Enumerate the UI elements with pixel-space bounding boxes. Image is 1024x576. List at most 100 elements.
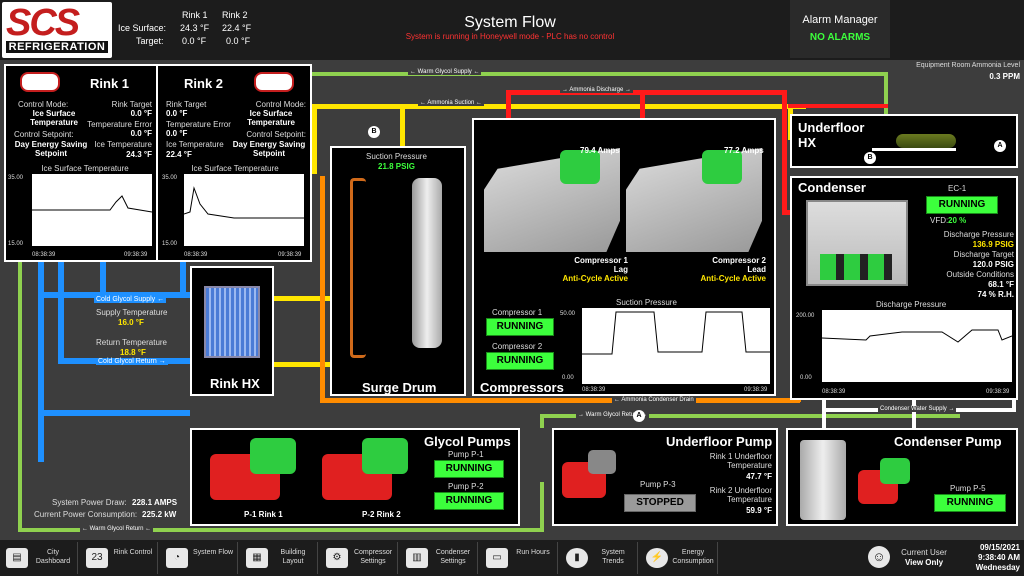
nav-condenser-settings[interactable]: ▥ Condenser Settings: [402, 542, 478, 574]
page-title: System Flow: [464, 14, 556, 31]
nav-label: System Flow: [192, 549, 234, 556]
rink-divider: [156, 66, 158, 260]
underfloor-pump-title: Underfloor Pump: [666, 434, 773, 449]
suction-pressure-line: [582, 311, 770, 355]
ammonia-drain-pipe: [320, 398, 800, 403]
nav-run-hours[interactable]: ▭ Run Hours: [482, 542, 558, 574]
compressor1-status-button[interactable]: RUNNING: [486, 318, 554, 336]
pump-p5-status-button[interactable]: RUNNING: [934, 494, 1006, 512]
condenser-water-pipe: [822, 400, 826, 430]
rink2-underfloor-label: Rink 2 Underfloor Temperature: [709, 486, 772, 504]
rink1-underfloor-label: Rink 1 Underfloor Temperature: [709, 452, 772, 470]
rink2-title: Rink 2: [184, 76, 224, 91]
nav-building-layout[interactable]: ▦ Building Layout: [242, 542, 318, 574]
condenser-pump-title: Condenser Pump: [894, 434, 1002, 449]
pump-p2-motor-icon: [362, 438, 408, 474]
discharge-pressure-chart: [821, 310, 1013, 382]
rink1-ice-temp-line: [32, 195, 152, 213]
underfloor-hx-pipe: [788, 104, 888, 108]
ammonia-suction-pipe: [312, 104, 806, 109]
underfloor-hx-vessel-icon: [896, 134, 956, 148]
discharge-chart-t-start: 08:38:39: [822, 389, 846, 395]
nav-label: Rink Control: [113, 549, 153, 556]
rink1-chart-title: Ice Surface Temperature: [41, 164, 129, 173]
rink2-target: 0.0 °F: [166, 109, 188, 118]
nav-rink-control[interactable]: 23 Rink Control: [82, 542, 158, 574]
nav-compressor-settings[interactable]: ⚙ Compressor Settings: [322, 542, 398, 574]
system-status-message: System is running in Honeywell mode - PL…: [405, 32, 615, 41]
rink1-target: 0.0 °F: [130, 109, 152, 118]
rink1-control-setpoint-label: Control Setpoint:: [14, 130, 74, 139]
suction-chart-y-min: 0.00: [562, 375, 574, 381]
connector-a-marker: A: [633, 410, 645, 422]
suction-chart-t-end: 09:38:39: [744, 387, 768, 393]
pump-p1-status-button[interactable]: RUNNING: [434, 460, 504, 478]
pump-p5-motor-icon: [880, 458, 910, 484]
header-rink2-label: Rink 2: [222, 10, 248, 20]
header-target-label: Target:: [136, 36, 164, 46]
water-tank-icon: [800, 440, 846, 520]
rink1-ice-temp: 24.3 °F: [126, 150, 152, 159]
nav-label: Building Layout: [280, 549, 306, 565]
rink2-y-max: 35.00: [162, 175, 178, 181]
suction-pressure-chart: [582, 308, 770, 384]
ammonia-level-label: Equipment Room Ammonia Level: [916, 62, 1020, 69]
pump-p1-label: Pump P-1: [448, 450, 484, 459]
compressor1-state: Anti-Cycle Active: [562, 274, 629, 283]
discharge-chart-y-max: 200.00: [796, 313, 815, 319]
compressor1-role: Lag: [613, 265, 628, 274]
heat-exchanger-icon: [204, 286, 260, 358]
warm-glycol-supply-label: ← Warm Glycol Supply ←: [408, 69, 482, 75]
rink1-temp-error: 0.0 °F: [130, 129, 152, 138]
discharge-chart-title: Discharge Pressure: [876, 300, 947, 309]
ammonia-suction-pipe: [400, 104, 405, 148]
supply-temp-label: Supply Temperature: [96, 308, 168, 317]
discharge-target-value: 120.0 PSIG: [972, 260, 1014, 269]
warm-glycol-return-label: ← Warm Glycol Return ←: [80, 526, 154, 532]
pump-p5-label: Pump P-5: [950, 484, 986, 493]
discharge-pressure-line: [821, 329, 1013, 343]
compressor1-status-label: Compressor 1: [492, 308, 543, 317]
return-temp-label: Return Temperature: [96, 338, 167, 347]
compressor1-amps: 79.4 Amps: [580, 146, 620, 155]
compressor2-role: Lead: [747, 265, 766, 274]
vfd-value: 20 %: [948, 216, 967, 225]
rink2-control-mode-label: Control Mode:: [255, 100, 306, 109]
rink2-ice-temp-label: Ice Temperature: [166, 140, 224, 149]
alarm-manager-button[interactable]: Alarm Manager NO ALARMS: [790, 0, 890, 58]
pump-p2-name: P-2 Rink 2: [362, 510, 401, 519]
compressor2-status-button[interactable]: RUNNING: [486, 352, 554, 370]
pump-p2-status-button[interactable]: RUNNING: [434, 492, 504, 510]
rink1-ice-temp-chart: [32, 174, 152, 246]
outside-rh: 74 % R.H.: [977, 290, 1014, 299]
pump-p1-name: P-1 Rink 1: [244, 510, 283, 519]
pump-p3-status-button[interactable]: STOPPED: [624, 494, 696, 512]
logo-bottom: REFRIGERATION: [6, 41, 108, 53]
rink1-control-mode: Ice Surface Temperature: [30, 109, 78, 127]
rink-icon: [20, 72, 60, 92]
rink2-control-setpoint-label: Control Setpoint:: [246, 130, 306, 139]
rink2-temp-error: 0.0 °F: [166, 129, 188, 138]
discharge-target-label: Discharge Target: [953, 250, 1014, 259]
power-draw-label: System Power Draw:: [52, 498, 127, 507]
condenser-water-pipe: [912, 400, 916, 430]
nav-city-dashboard[interactable]: ▤ City Dashboard: [2, 542, 78, 574]
nav-system-trends[interactable]: ▮ System Trends: [562, 542, 638, 574]
rink2-control-setpoint: Day Energy Saving Setpoint: [232, 140, 306, 158]
ammonia-discharge-pipe: [506, 90, 786, 95]
gauge-icon: ◔: [166, 548, 188, 568]
surge-drum-title: Surge Drum: [362, 380, 437, 395]
condenser-status-button[interactable]: RUNNING: [926, 196, 998, 214]
thermostat-icon: 23: [86, 548, 108, 568]
connector-a-marker: A: [994, 140, 1006, 152]
cold-glycol-return-pipe: [58, 262, 64, 362]
vfd-label: VFD:: [930, 216, 949, 225]
user-icon[interactable]: ☺: [868, 546, 890, 568]
nav-energy-consumption[interactable]: ⚡ Energy Consumption: [642, 542, 718, 574]
rink2-underfloor-value: 59.9 °F: [746, 506, 772, 515]
rink1-target-label: Rink Target: [111, 100, 152, 109]
rink2-y-min: 15.00: [162, 241, 178, 247]
current-user-label: Current User: [901, 548, 947, 557]
date: 09/15/2021: [979, 543, 1020, 552]
nav-system-flow[interactable]: ◔ System Flow: [162, 542, 238, 574]
